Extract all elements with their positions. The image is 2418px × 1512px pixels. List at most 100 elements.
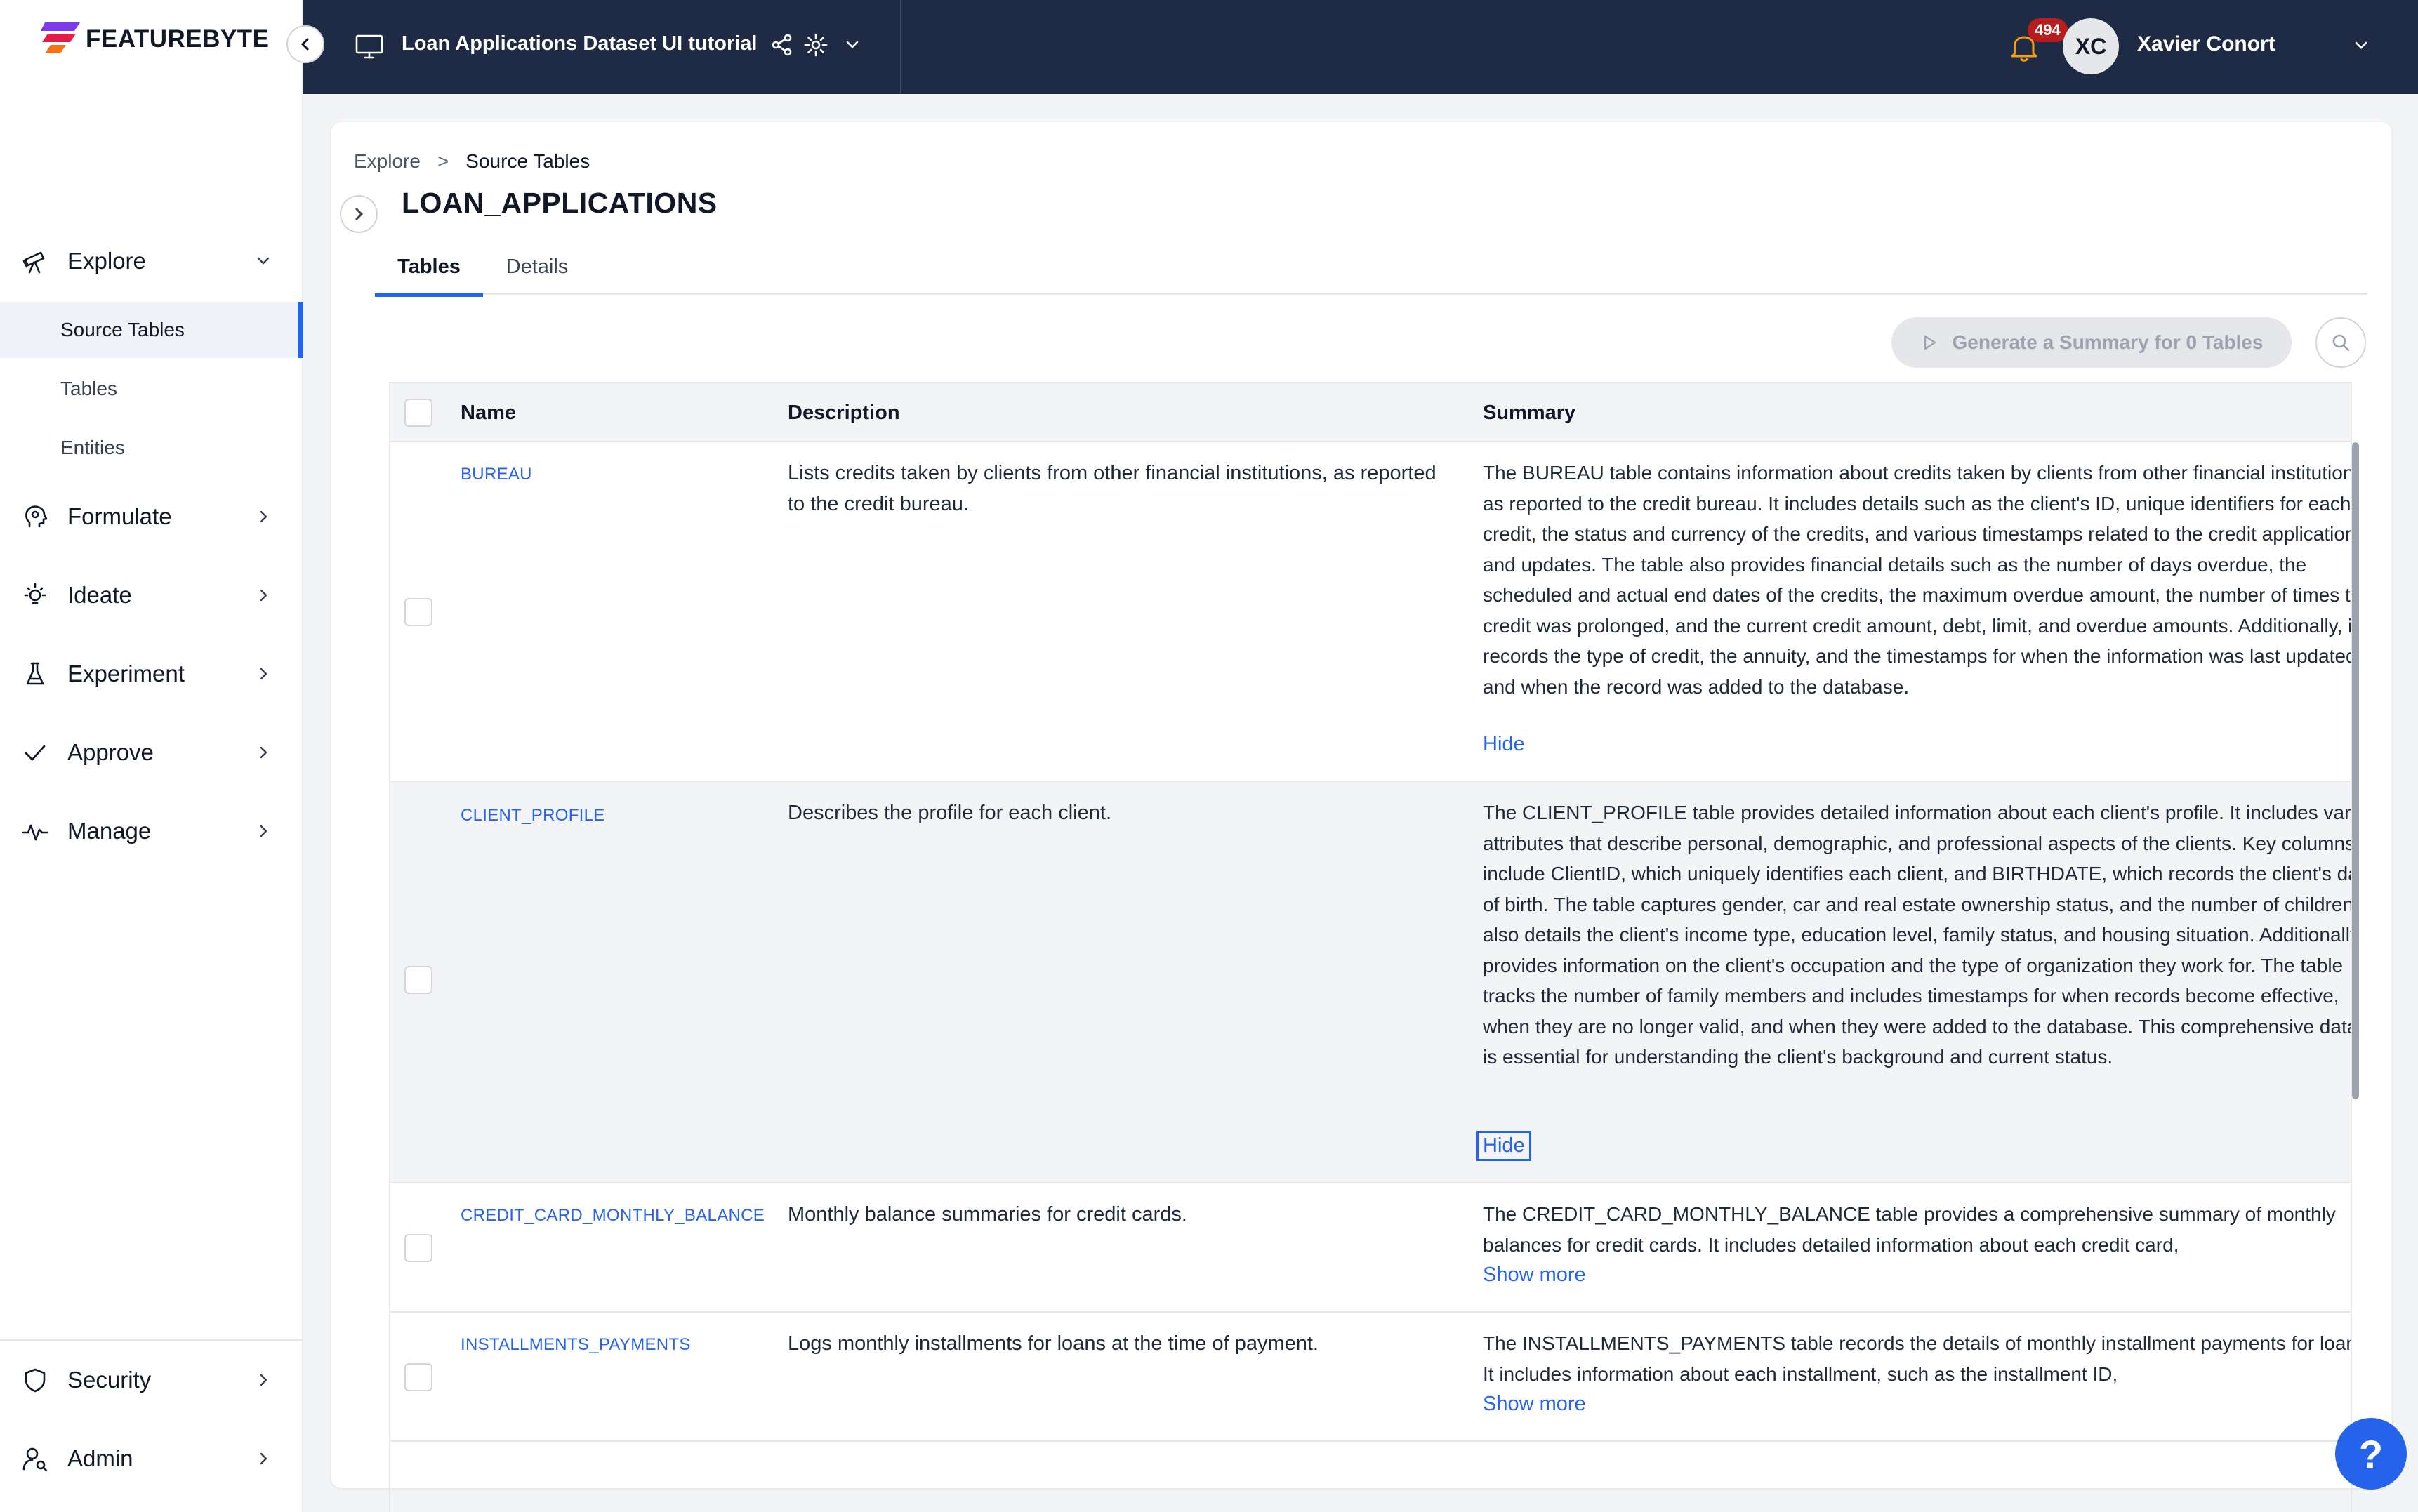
collapse-sidebar-button[interactable]	[286, 25, 324, 63]
table-row: BUREAU Lists credits taken by clients fr…	[390, 442, 2352, 782]
column-header-description[interactable]: Description	[788, 383, 900, 442]
table-row: CREDIT_CARD_MONTHLY_BALANCE Monthly bala…	[390, 1183, 2351, 1313]
chevron-right-icon	[260, 1374, 267, 1386]
monitor-icon	[355, 34, 383, 59]
table-name-link[interactable]: CLIENT_PROFILE	[461, 806, 605, 825]
nav-experiment[interactable]: Experiment	[0, 646, 303, 702]
tab-tables[interactable]: Tables	[375, 239, 483, 297]
table-description: Lists credits taken by clients from othe…	[788, 462, 1436, 515]
table-summary: The BUREAU table contains information ab…	[1483, 462, 2352, 698]
brand-name: FEATUREBYTE	[86, 25, 270, 53]
nav-explore-label: Explore	[67, 248, 146, 274]
sidebar-item-label: Entities	[60, 437, 125, 458]
row-checkbox[interactable]	[404, 1363, 432, 1391]
avatar[interactable]: XC	[2063, 18, 2119, 74]
chevron-right-icon	[260, 668, 267, 680]
nav-approve[interactable]: Approve	[0, 724, 303, 781]
table-scrollbar[interactable]	[2352, 442, 2359, 1099]
lightbulb-icon	[24, 583, 46, 604]
chevron-right-icon	[355, 208, 364, 220]
column-header-summary[interactable]: Summary	[1483, 383, 1575, 442]
table-summary: The INSTALLMENTS_PAYMENTS table records …	[1483, 1332, 2352, 1385]
search-icon	[2332, 334, 2350, 352]
help-button[interactable]: ?	[2335, 1418, 2407, 1490]
expand-panel-button[interactable]	[340, 195, 378, 233]
shield-icon	[25, 1368, 46, 1393]
sidebar-item-entities[interactable]: Entities	[0, 420, 303, 476]
flask-icon	[26, 662, 44, 685]
activity-pulse-icon	[22, 824, 48, 841]
breadcrumb-current: Source Tables	[465, 150, 590, 172]
chevron-left-icon	[300, 38, 309, 51]
table-description: Logs monthly installments for loans at t…	[788, 1332, 1319, 1355]
table-header: Name Description Summary	[390, 383, 2351, 442]
chevron-right-icon	[260, 746, 267, 759]
show-more-link[interactable]: Show more	[1483, 1264, 1586, 1287]
nav-approve-label: Approve	[67, 739, 154, 765]
column-header-name[interactable]: Name	[461, 383, 516, 442]
table-row: INSTALLMENTS_PAYMENTS Logs monthly insta…	[390, 1313, 2352, 1442]
sidebar-item-source-tables[interactable]: Source Tables	[0, 302, 303, 358]
breadcrumb-separator: >	[437, 150, 449, 172]
table-row: CLIENT_PROFILE Describes the profile for…	[390, 782, 2352, 1183]
chevron-right-icon	[260, 510, 267, 523]
table-description: Describes the profile for each client.	[788, 802, 1111, 824]
chevron-right-icon	[260, 1452, 267, 1465]
show-more-link[interactable]: Show more	[1483, 1393, 1586, 1416]
nav-formulate[interactable]: Formulate	[0, 489, 303, 545]
sidebar: FEATUREBYTE Explore Source Tables Tables…	[0, 0, 303, 1512]
main-card: Explore > Source Tables LOAN_APPLICATION…	[331, 122, 2391, 1512]
table-name-link[interactable]: CREDIT_CARD_MONTHLY_BALANCE	[461, 1206, 765, 1226]
project-selector[interactable]: Loan Applications Dataset UI tutorial	[303, 0, 901, 94]
breadcrumb-explore[interactable]: Explore	[354, 150, 421, 173]
nav-experiment-label: Experiment	[67, 661, 185, 687]
sidebar-item-tables[interactable]: Tables	[0, 361, 303, 417]
chevron-down-icon[interactable]	[843, 35, 862, 55]
table-name-link[interactable]: BUREAU	[461, 465, 532, 484]
nav-admin-label: Admin	[67, 1445, 133, 1471]
tab-bar: Tables Details	[375, 239, 2367, 297]
breadcrumb: Explore > Source Tables	[354, 150, 590, 173]
nav-manage[interactable]: Manage	[0, 803, 303, 859]
generate-summary-label: Generate a Summary for 0 Tables	[1952, 331, 2264, 353]
brand-logo[interactable]: FEATUREBYTE	[41, 20, 270, 59]
chevron-right-icon	[260, 825, 267, 837]
gear-icon[interactable]	[803, 32, 828, 58]
row-checkbox[interactable]	[404, 598, 432, 626]
notification-badge: 494	[2028, 18, 2068, 42]
source-tables-table: Name Description Summary BUREAU Lists cr…	[389, 382, 2352, 1512]
chevron-down-icon	[257, 257, 270, 265]
select-all-checkbox[interactable]	[404, 399, 432, 427]
chevron-down-icon[interactable]	[2351, 35, 2372, 56]
project-title: Loan Applications Dataset UI tutorial	[402, 32, 758, 55]
table-summary: The CLIENT_PROFILE table provides detail…	[1483, 802, 2352, 1068]
row-checkbox[interactable]	[404, 966, 432, 994]
row-checkbox[interactable]	[404, 1234, 432, 1262]
hide-summary-link[interactable]: Hide	[1476, 1131, 1531, 1161]
nav-ideate[interactable]: Ideate	[0, 567, 303, 623]
search-button[interactable]	[2315, 317, 2366, 368]
telescope-icon	[22, 251, 45, 274]
table-summary: The CREDIT_CARD_MONTHLY_BALANCE table pr…	[1483, 1203, 2336, 1256]
play-icon	[1924, 335, 1936, 350]
nav-explore[interactable]: Explore	[0, 233, 303, 289]
nav-manage-label: Manage	[67, 818, 152, 844]
top-bar: Loan Applications Dataset UI tutorial 49…	[303, 0, 2418, 94]
nav-formulate-label: Formulate	[67, 503, 172, 529]
page-title: LOAN_APPLICATIONS	[402, 187, 718, 219]
sidebar-item-label: Tables	[60, 378, 117, 399]
user-name[interactable]: Xavier Conort	[2137, 32, 2275, 56]
nav-security[interactable]: Security	[0, 1352, 303, 1408]
tab-details[interactable]: Details	[483, 239, 591, 295]
featurebyte-logo-icon	[41, 22, 80, 53]
nav-ideate-label: Ideate	[67, 582, 132, 608]
hide-summary-link[interactable]: Hide	[1483, 733, 1525, 756]
table-name-link[interactable]: INSTALLMENTS_PAYMENTS	[461, 1335, 691, 1355]
share-icon[interactable]	[769, 32, 795, 58]
checkmark-icon	[25, 745, 46, 761]
generate-summary-button[interactable]: Generate a Summary for 0 Tables	[1891, 317, 2292, 368]
nav-admin[interactable]: Admin	[0, 1431, 303, 1487]
sidebar-item-label: Source Tables	[60, 319, 185, 340]
user-area: 494 XC Xavier Conort	[1997, 0, 2418, 94]
chevron-right-icon	[260, 589, 267, 602]
